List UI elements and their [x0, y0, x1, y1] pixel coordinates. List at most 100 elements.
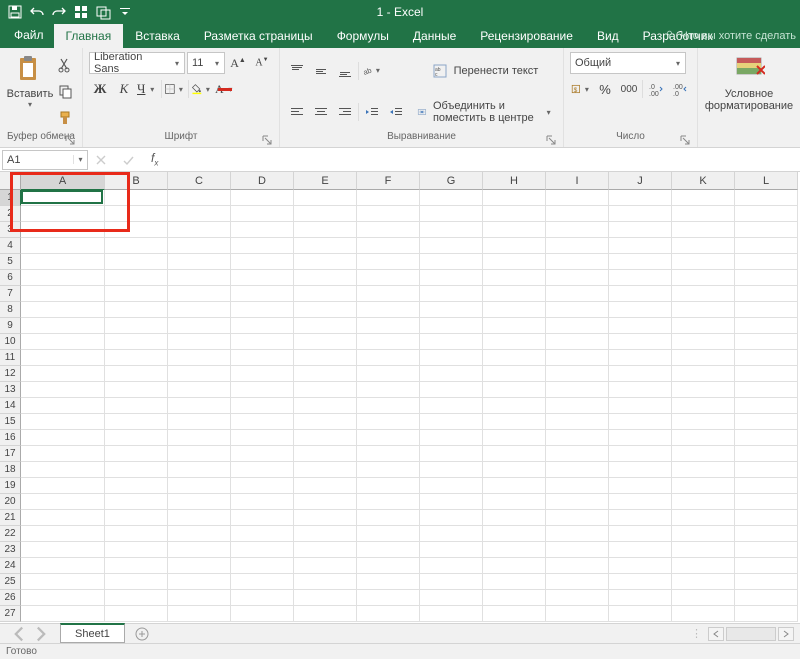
row-header[interactable]: 23	[0, 542, 21, 558]
cell[interactable]	[420, 190, 483, 206]
cell[interactable]	[672, 238, 735, 254]
cell[interactable]	[609, 190, 672, 206]
font-size-combo[interactable]: 11▾	[187, 52, 225, 74]
cell[interactable]	[546, 254, 609, 270]
cell[interactable]	[294, 350, 357, 366]
cell[interactable]	[609, 398, 672, 414]
cell[interactable]	[735, 286, 798, 302]
format-painter-button[interactable]	[54, 107, 76, 129]
cell[interactable]	[105, 494, 168, 510]
column-header[interactable]: F	[357, 172, 420, 190]
cell[interactable]	[735, 254, 798, 270]
cell[interactable]	[483, 350, 546, 366]
column-header[interactable]: I	[546, 172, 609, 190]
borders-button[interactable]: ▾	[164, 78, 186, 100]
decrease-indent-button[interactable]	[361, 101, 383, 123]
cell[interactable]	[168, 606, 231, 622]
cell[interactable]	[420, 558, 483, 574]
cell[interactable]	[168, 558, 231, 574]
cell[interactable]	[294, 494, 357, 510]
cell[interactable]	[672, 334, 735, 350]
cell[interactable]	[168, 430, 231, 446]
cell[interactable]	[546, 574, 609, 590]
cell[interactable]	[168, 254, 231, 270]
cell[interactable]	[483, 222, 546, 238]
font-color-button[interactable]: A▾	[215, 78, 237, 100]
cell[interactable]	[672, 318, 735, 334]
cell[interactable]	[483, 446, 546, 462]
underline-button[interactable]: Ч▾	[137, 78, 159, 100]
cell[interactable]	[672, 366, 735, 382]
cell[interactable]	[168, 574, 231, 590]
cell[interactable]	[609, 542, 672, 558]
cell[interactable]	[231, 382, 294, 398]
cell[interactable]	[105, 286, 168, 302]
cell[interactable]	[609, 558, 672, 574]
cell[interactable]	[546, 206, 609, 222]
cell[interactable]	[168, 302, 231, 318]
cell[interactable]	[609, 350, 672, 366]
cell[interactable]	[483, 334, 546, 350]
cell[interactable]	[357, 302, 420, 318]
cell[interactable]	[735, 398, 798, 414]
row-header[interactable]: 18	[0, 462, 21, 478]
column-header[interactable]: B	[105, 172, 168, 190]
name-box[interactable]: A1▾	[2, 150, 88, 170]
font-name-combo[interactable]: Liberation Sans▾	[89, 52, 185, 74]
qat-item-2[interactable]	[92, 1, 114, 23]
cell[interactable]	[231, 270, 294, 286]
cell[interactable]	[483, 254, 546, 270]
cell[interactable]	[483, 574, 546, 590]
cell[interactable]	[21, 270, 105, 286]
cell[interactable]	[21, 206, 105, 222]
cell[interactable]	[672, 350, 735, 366]
cell[interactable]	[420, 574, 483, 590]
cell[interactable]	[231, 446, 294, 462]
qat-save[interactable]	[4, 1, 26, 23]
column-header[interactable]: C	[168, 172, 231, 190]
cell[interactable]	[168, 446, 231, 462]
cell[interactable]	[168, 238, 231, 254]
cell[interactable]	[735, 558, 798, 574]
column-header[interactable]: A	[21, 172, 105, 190]
tell-me[interactable]: Что вы хотите сделать	[665, 24, 796, 48]
row-header[interactable]: 8	[0, 302, 21, 318]
cell[interactable]	[294, 414, 357, 430]
cell[interactable]	[735, 302, 798, 318]
cell[interactable]	[168, 590, 231, 606]
cell[interactable]	[483, 494, 546, 510]
cell[interactable]	[609, 366, 672, 382]
cell[interactable]	[420, 254, 483, 270]
cell[interactable]	[420, 238, 483, 254]
cell[interactable]	[672, 462, 735, 478]
cell[interactable]	[231, 462, 294, 478]
cell[interactable]	[231, 318, 294, 334]
cell[interactable]	[294, 366, 357, 382]
align-left-button[interactable]	[286, 101, 308, 123]
cell[interactable]	[546, 286, 609, 302]
cell[interactable]	[21, 462, 105, 478]
cell[interactable]	[735, 478, 798, 494]
cell[interactable]	[231, 254, 294, 270]
cell[interactable]	[168, 510, 231, 526]
cell[interactable]	[420, 334, 483, 350]
cell[interactable]	[21, 478, 105, 494]
cell[interactable]	[357, 334, 420, 350]
cell[interactable]	[546, 558, 609, 574]
cell[interactable]	[546, 318, 609, 334]
cell[interactable]	[672, 398, 735, 414]
cell[interactable]	[672, 574, 735, 590]
cell[interactable]	[105, 350, 168, 366]
cell[interactable]	[294, 334, 357, 350]
cell[interactable]	[105, 606, 168, 622]
cell[interactable]	[672, 558, 735, 574]
cell[interactable]	[105, 574, 168, 590]
cell[interactable]	[21, 350, 105, 366]
qat-item-1[interactable]	[70, 1, 92, 23]
row-header[interactable]: 25	[0, 574, 21, 590]
cell[interactable]	[420, 462, 483, 478]
cell[interactable]	[672, 494, 735, 510]
align-middle-button[interactable]	[310, 60, 332, 82]
tab-главная[interactable]: Главная	[54, 24, 124, 48]
cell[interactable]	[420, 590, 483, 606]
